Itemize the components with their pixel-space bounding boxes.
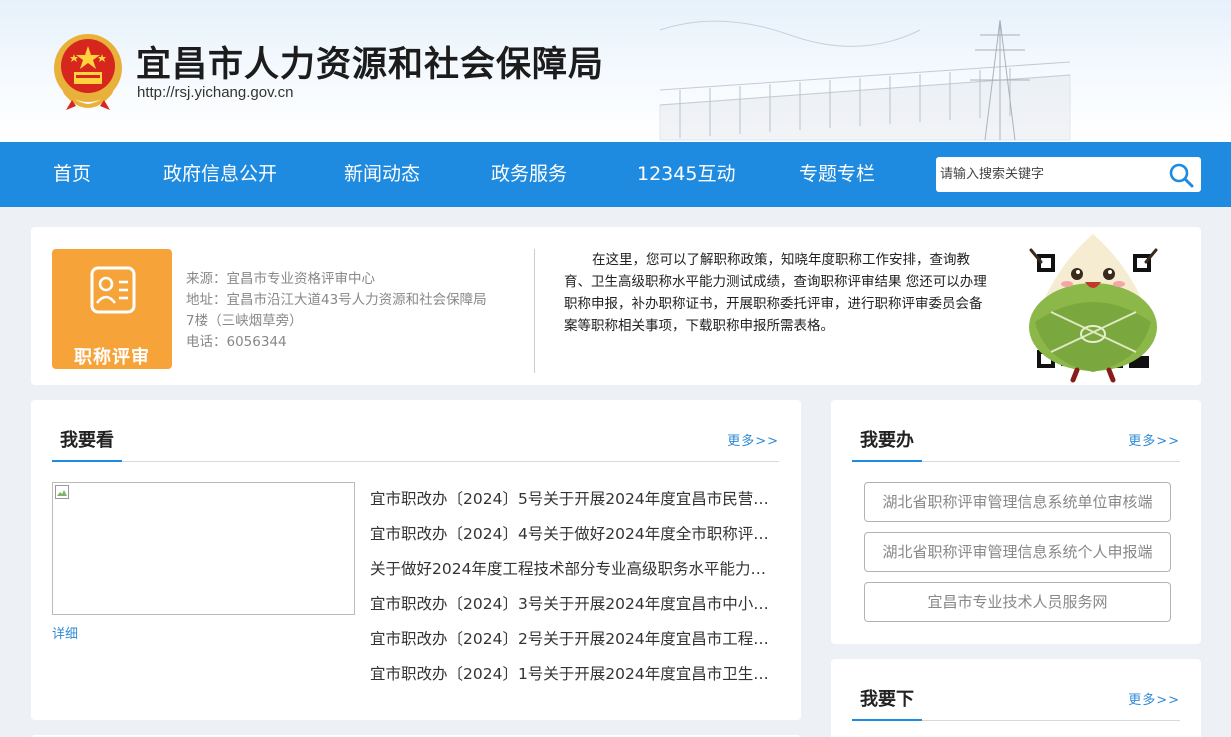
news-item[interactable]: 宜市职改办〔2024〕2号关于开展2024年度宜昌市工程系列职称评审工作的通知 [370, 628, 780, 663]
nav-12345[interactable]: 12345互动 [637, 142, 735, 207]
personal-apply-button[interactable]: 湖北省职称评审管理信息系统个人申报端 [864, 532, 1171, 572]
watch-title: 我要看 [52, 426, 122, 462]
dam-illustration [659, 19, 1071, 141]
watch-panel: 我要看 更多>> 详细 宜市职改办〔2024〕5号关于开展2024年度宜昌市民营… [31, 400, 801, 720]
nav-services[interactable]: 政务服务 [491, 142, 567, 207]
featured-image[interactable] [52, 482, 355, 615]
search-icon[interactable] [1167, 161, 1195, 189]
unit-review-button[interactable]: 湖北省职称评审管理信息系统单位审核端 [864, 482, 1171, 522]
phone-line: 电话：6056344 [186, 334, 287, 350]
nav-home[interactable]: 首页 [53, 142, 91, 207]
download-header: 我要下 更多>> [852, 685, 1180, 721]
national-emblem-icon [54, 34, 122, 110]
broken-image-icon [55, 485, 69, 499]
watch-header: 我要看 更多>> [52, 426, 779, 462]
watch-more-link[interactable]: 更多>> [727, 430, 779, 449]
news-item[interactable]: 宜市职改办〔2024〕3号关于开展2024年度宜昌市中小学教师职称评审工作的通知 [370, 593, 780, 628]
title-evaluation-badge: 职称评审 [52, 249, 172, 369]
site-header: 宜昌市人力资源和社会保障局 http://rsj.yichang.gov.cn [0, 0, 1231, 142]
search-box [936, 157, 1201, 192]
intro-card: 职称评审 来源：宜昌市专业资格评审中心 地址：宜昌市沿江大道43号人力资源和社会… [31, 227, 1201, 385]
todo-panel: 我要办 更多>> 湖北省职称评审管理信息系统单位审核端 湖北省职称评审管理信息系… [831, 400, 1201, 644]
site-url: http://rsj.yichang.gov.cn [137, 84, 294, 101]
news-item[interactable]: 宜市职改办〔2024〕1号关于开展2024年度宜昌市卫生系列职称评审工作的通知 [370, 663, 780, 698]
todo-title: 我要办 [852, 426, 922, 462]
badge-label: 职称评审 [74, 347, 150, 368]
todo-more-link[interactable]: 更多>> [1128, 430, 1180, 449]
news-item[interactable]: 关于做好2024年度工程技术部分专业高级职务水平能力测试工作的通知 [370, 558, 780, 593]
download-title: 我要下 [852, 685, 922, 721]
news-item[interactable]: 宜市职改办〔2024〕5号关于开展2024年度宜昌市民营企业职称评审工作的通知 [370, 488, 780, 523]
zongzi-mascot-qr-icon[interactable] [1021, 232, 1166, 384]
address-line-2: 7楼（三峡烟草旁） [186, 313, 303, 329]
nav-gov-info[interactable]: 政府信息公开 [163, 142, 277, 207]
contact-info: 来源：宜昌市专业资格评审中心 地址：宜昌市沿江大道43号人力资源和社会保障局 7… [186, 269, 516, 353]
address-line: 地址：宜昌市沿江大道43号人力资源和社会保障局 [186, 292, 487, 308]
search-input[interactable] [940, 159, 1160, 190]
download-panel: 我要下 更多>> [831, 659, 1201, 737]
detail-link[interactable]: 详细 [52, 623, 78, 642]
news-item[interactable]: 宜市职改办〔2024〕4号关于做好2024年度全市职称评审工作的通知 [370, 523, 780, 558]
nav-news[interactable]: 新闻动态 [344, 142, 420, 207]
profile-card-icon [90, 266, 136, 314]
site-title: 宜昌市人力资源和社会保障局 [136, 45, 605, 85]
intro-description: 在这里，您可以了解职称政策，知晓年度职称工作安排，查询教育、卫生高级职称水平能力… [564, 252, 987, 334]
source-line: 来源：宜昌市专业资格评审中心 [186, 271, 375, 287]
todo-header: 我要办 更多>> [852, 426, 1180, 462]
professional-service-button[interactable]: 宜昌市专业技术人员服务网 [864, 582, 1171, 622]
news-list: 宜市职改办〔2024〕5号关于开展2024年度宜昌市民营企业职称评审工作的通知 … [370, 488, 780, 698]
nav-topics[interactable]: 专题专栏 [799, 142, 875, 207]
download-more-link[interactable]: 更多>> [1128, 689, 1180, 708]
divider [534, 249, 535, 373]
